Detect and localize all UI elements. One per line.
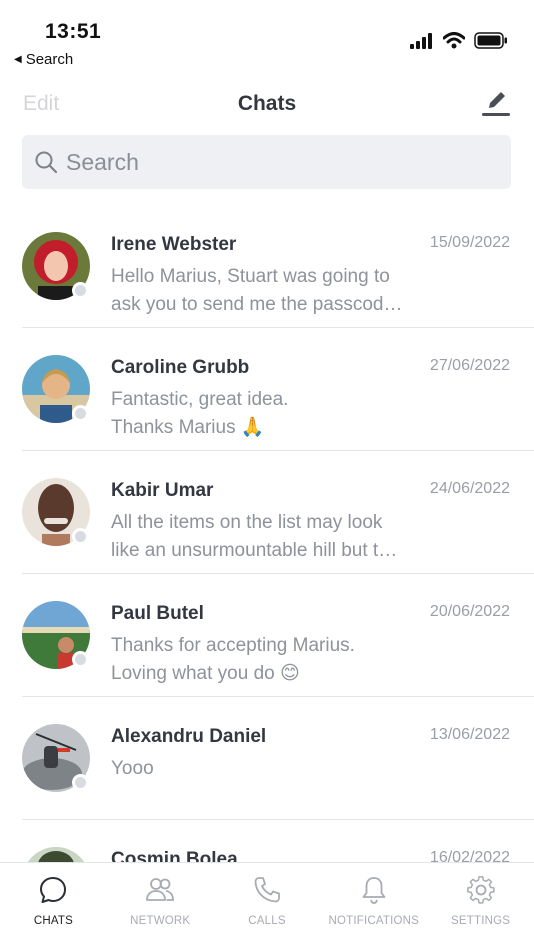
chat-row-alexandru-daniel[interactable]: Alexandru Daniel 13/06/2022 Yooo	[0, 697, 534, 820]
phone-icon	[254, 877, 280, 903]
search-icon	[35, 151, 58, 174]
chat-date: 20/06/2022	[429, 603, 510, 620]
presence-indicator	[72, 774, 89, 791]
presence-indicator	[72, 405, 89, 422]
tab-settings[interactable]: SETTINGS	[427, 863, 534, 950]
chat-date: 15/09/2022	[429, 234, 510, 251]
chat-preview: All the items on the list may look like …	[111, 512, 398, 561]
tab-chats[interactable]: CHATS	[0, 863, 107, 950]
chat-date: 13/06/2022	[429, 726, 510, 743]
people-icon	[146, 878, 175, 901]
back-label: Search	[25, 51, 74, 68]
gear-icon	[466, 876, 495, 904]
tab-bar: CHATS NETWORK CALLS NOTIFICATIONS SETTIN…	[0, 862, 534, 950]
chat-date: 16/02/2022	[429, 849, 510, 862]
chat-row-cosmin-bolea[interactable]: Cosmin Bolea 16/02/2022	[0, 820, 534, 862]
chat-preview: Thanks for accepting Marius. Loving what…	[111, 635, 355, 684]
tab-network[interactable]: NETWORK	[107, 863, 214, 950]
status-icons	[410, 32, 508, 49]
compose-icon	[482, 92, 510, 116]
chat-date: 27/06/2022	[429, 357, 510, 374]
signal-icon	[410, 32, 432, 49]
avatar	[22, 847, 90, 862]
chat-name: Cosmin Bolea	[111, 849, 238, 862]
tab-label: NOTIFICATIONS	[328, 915, 420, 927]
chat-preview: Hello Marius, Stuart was going to ask yo…	[111, 266, 403, 315]
chat-name: Irene Webster	[111, 234, 237, 255]
search-input[interactable]	[66, 148, 486, 176]
chat-list[interactable]: Irene Webster 15/09/2022 Hello Marius, S…	[0, 205, 534, 862]
presence-indicator	[72, 528, 89, 545]
wifi-icon	[443, 32, 465, 49]
tab-label: CALLS	[248, 915, 286, 927]
back-triangle-icon: ◀	[14, 54, 22, 65]
chat-name: Kabir Umar	[111, 480, 214, 501]
tab-label: CHATS	[33, 915, 73, 927]
battery-icon	[474, 32, 507, 49]
presence-indicator	[72, 282, 89, 299]
chat-name: Paul Butel	[111, 603, 204, 624]
page-title: Chats	[237, 92, 297, 115]
search-bar[interactable]	[22, 135, 511, 189]
tab-label: SETTINGS	[451, 915, 511, 927]
chat-row-caroline-grubb[interactable]: Caroline Grubb 27/06/2022 Fantastic, gre…	[0, 328, 534, 451]
chat-bubble-icon	[40, 877, 67, 903]
chat-date: 24/06/2022	[429, 480, 510, 497]
chat-name: Caroline Grubb	[111, 357, 250, 378]
chat-preview: Fantastic, great idea. Thanks Marius 🙏	[111, 389, 289, 438]
status-time: 13:51	[45, 20, 102, 43]
presence-indicator	[72, 651, 89, 668]
chat-row-kabir-umar[interactable]: Kabir Umar 24/06/2022 All the items on t…	[0, 451, 534, 574]
tab-calls[interactable]: CALLS	[214, 863, 321, 950]
chat-preview: Yooo	[111, 758, 154, 779]
chat-row-paul-butel[interactable]: Paul Butel 20/06/2022 Thanks for accepti…	[0, 574, 534, 697]
compose-button[interactable]	[482, 88, 510, 118]
tab-notifications[interactable]: NOTIFICATIONS	[320, 863, 427, 950]
back-to-search-link[interactable]: ◀ Search	[14, 51, 73, 68]
chat-name: Alexandru Daniel	[111, 726, 267, 747]
tab-label: NETWORK	[130, 915, 191, 927]
chat-row-irene-webster[interactable]: Irene Webster 15/09/2022 Hello Marius, S…	[0, 205, 534, 328]
bell-icon	[362, 877, 386, 904]
